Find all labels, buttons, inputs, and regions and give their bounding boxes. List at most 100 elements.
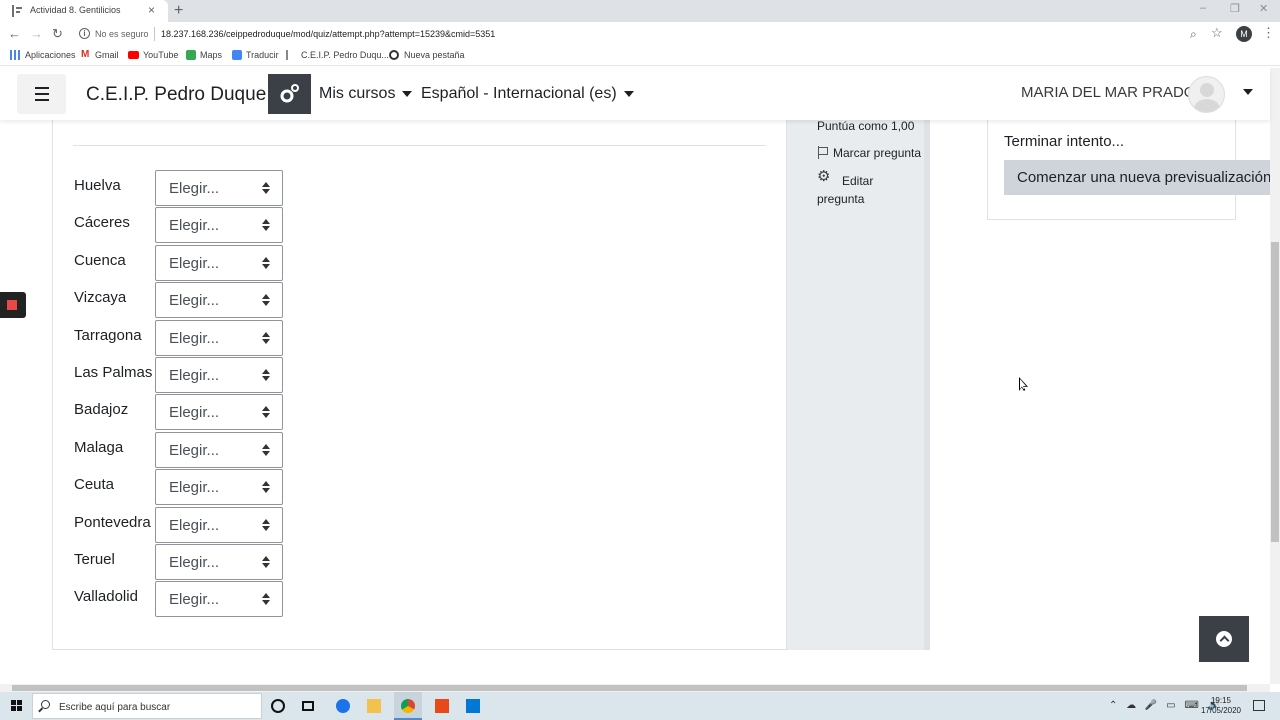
- chevron-down-icon: [623, 90, 634, 97]
- back-to-top-button[interactable]: [1199, 616, 1249, 662]
- translate-icon: [232, 50, 242, 60]
- recording-icon[interactable]: [0, 292, 26, 318]
- province-label: Huelva: [74, 177, 121, 194]
- answer-select[interactable]: Elegir...: [155, 394, 283, 430]
- sort-arrows-icon: [262, 481, 270, 493]
- zoom-icon[interactable]: ⌕: [1190, 27, 1197, 42]
- minimize-icon[interactable]: –: [1200, 2, 1206, 14]
- new-preview-button[interactable]: Comenzar una nueva previsualización: [1004, 160, 1272, 195]
- province-label: Pontevedra: [74, 514, 151, 531]
- province-label: Malaga: [74, 439, 124, 456]
- mail-icon[interactable]: [466, 699, 480, 713]
- hamburger-menu-button[interactable]: [17, 74, 66, 114]
- bookmark-school[interactable]: C.E.I.P. Pedro Duqu...: [301, 50, 389, 60]
- address-separator: [154, 27, 155, 41]
- taskbar-search-input[interactable]: Escribe aquí para buscar: [32, 693, 262, 719]
- office-icon[interactable]: [435, 699, 449, 713]
- taskbar-clock[interactable]: 19:15 17/05/2020: [1200, 696, 1242, 716]
- answer-select-value: Elegir...: [169, 517, 220, 534]
- question-divider: [73, 145, 766, 146]
- answer-select[interactable]: Elegir...: [155, 544, 283, 580]
- vertical-scroll-thumb[interactable]: [1271, 242, 1279, 542]
- globe-icon: [389, 50, 399, 60]
- new-preview-label: Comenzar una nueva previsualización: [1017, 169, 1272, 186]
- new-tab-icon[interactable]: +: [174, 1, 183, 21]
- cortana-icon[interactable]: [271, 699, 285, 713]
- finish-attempt-link[interactable]: Terminar intento...: [1004, 133, 1124, 150]
- answer-select[interactable]: Elegir...: [155, 170, 283, 206]
- flag-icon[interactable]: [818, 146, 828, 159]
- sort-arrows-icon: [262, 519, 270, 531]
- windows-taskbar: Escribe aquí para buscar ⌃ ☁ 🎤 ▭ ⌨ 🔊 19:…: [0, 692, 1280, 720]
- bookmark-translate[interactable]: Traducir: [246, 50, 279, 60]
- restore-icon[interactable]: ❐: [1230, 2, 1240, 15]
- edit-question-link[interactable]: Editar pregunta: [817, 172, 907, 208]
- horizontal-scroll-thumb[interactable]: [12, 685, 1247, 691]
- address-bar: ← → ↻ i No es seguro 18.237.168.236/ceip…: [0, 22, 1280, 46]
- task-view-icon[interactable]: [302, 701, 314, 711]
- province-label: Teruel: [74, 551, 115, 568]
- sort-arrows-icon: [262, 406, 270, 418]
- language-menu[interactable]: Español - Internacional (es): [421, 85, 634, 103]
- my-courses-menu[interactable]: Mis cursos: [319, 85, 413, 103]
- site-navbar: C.E.I.P. Pedro Duque Mis cursos Español …: [0, 68, 1270, 120]
- security-label[interactable]: No es seguro: [95, 29, 149, 39]
- close-window-icon[interactable]: ✕: [1259, 2, 1268, 15]
- youtube-icon: [128, 51, 139, 59]
- admin-gears-button[interactable]: [268, 74, 311, 114]
- flag-question-link[interactable]: Marcar pregunta: [833, 146, 921, 160]
- province-label: Cáceres: [74, 214, 130, 231]
- score-label: Puntúa como 1,00: [817, 119, 915, 133]
- chrome-taskbar-tile[interactable]: [394, 692, 422, 720]
- sort-arrows-icon: [262, 257, 270, 269]
- reload-icon[interactable]: ↻: [52, 26, 63, 42]
- forward-icon[interactable]: →: [30, 26, 43, 42]
- browser-tab[interactable]: Actividad 8. Gentilicios ×: [0, 0, 168, 22]
- user-menu-chevron-icon[interactable]: [1243, 89, 1253, 95]
- sort-arrows-icon: [262, 369, 270, 381]
- answer-select-value: Elegir...: [169, 367, 220, 384]
- answer-select[interactable]: Elegir...: [155, 320, 283, 356]
- maps-icon: [186, 50, 196, 60]
- province-label: Ceuta: [74, 476, 115, 493]
- tab-close-icon[interactable]: ×: [148, 3, 155, 17]
- answer-select[interactable]: Elegir...: [155, 507, 283, 543]
- back-icon[interactable]: ←: [8, 26, 21, 42]
- profile-avatar[interactable]: M: [1236, 26, 1252, 42]
- bookmark-apps[interactable]: Aplicaciones: [25, 50, 76, 60]
- info-icon[interactable]: i: [79, 28, 90, 39]
- province-label: Las Palmas: [74, 364, 153, 381]
- search-icon: [41, 700, 50, 709]
- sort-arrows-icon: [262, 182, 270, 194]
- bookmark-youtube[interactable]: YouTube: [143, 50, 178, 60]
- moodle-page-icon: [286, 50, 296, 60]
- avatar[interactable]: [1188, 76, 1225, 113]
- bookmark-star-icon[interactable]: ☆: [1211, 25, 1223, 41]
- windows-start-icon[interactable]: [11, 700, 23, 712]
- answer-select[interactable]: Elegir...: [155, 207, 283, 243]
- tab-title: Actividad 8. Gentilicios: [30, 5, 121, 15]
- notifications-icon[interactable]: [1253, 700, 1265, 711]
- answer-select[interactable]: Elegir...: [155, 432, 283, 468]
- answer-select-value: Elegir...: [169, 217, 220, 234]
- answer-select[interactable]: Elegir...: [155, 469, 283, 505]
- my-courses-label: Mis cursos: [319, 85, 396, 102]
- edge-icon[interactable]: [336, 699, 350, 713]
- answer-select-value: Elegir...: [169, 554, 220, 571]
- browser-menu-icon[interactable]: ⋮: [1262, 25, 1275, 41]
- answer-select-value: Elegir...: [169, 330, 220, 347]
- answer-select[interactable]: Elegir...: [155, 282, 283, 318]
- taskbar-search-placeholder: Escribe aquí para buscar: [59, 702, 171, 713]
- site-name[interactable]: C.E.I.P. Pedro Duque: [86, 84, 266, 106]
- answer-select[interactable]: Elegir...: [155, 357, 283, 393]
- answer-select[interactable]: Elegir...: [155, 245, 283, 281]
- bookmark-gmail[interactable]: Gmail: [95, 50, 119, 60]
- answer-select-value: Elegir...: [169, 591, 220, 608]
- file-explorer-icon[interactable]: [367, 699, 381, 713]
- bookmark-new-tab[interactable]: Nueva pestaña: [404, 50, 465, 60]
- sort-arrows-icon: [262, 556, 270, 568]
- user-name[interactable]: MARIA DEL MAR PRADO: [1021, 84, 1195, 101]
- answer-select[interactable]: Elegir...: [155, 581, 283, 617]
- bookmark-maps[interactable]: Maps: [200, 50, 222, 60]
- url-field[interactable]: 18.237.168.236/ceippedroduque/mod/quiz/a…: [161, 29, 495, 39]
